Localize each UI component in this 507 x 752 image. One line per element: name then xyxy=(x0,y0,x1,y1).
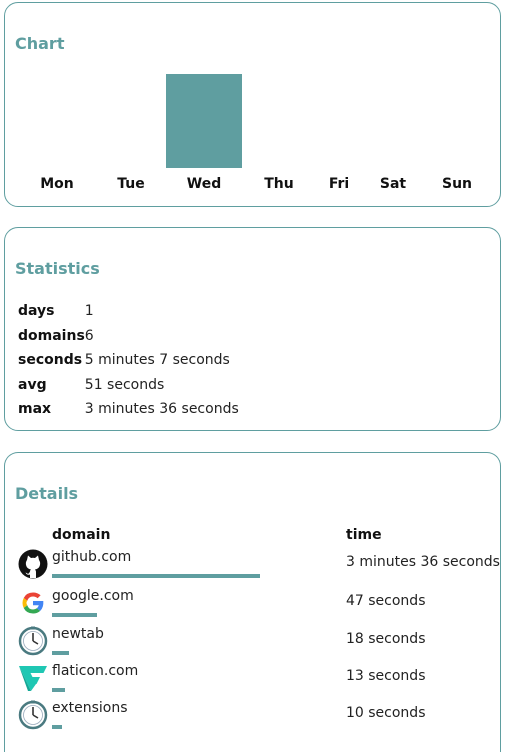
stat-value: 6 xyxy=(84,327,94,344)
usage-bar xyxy=(52,613,97,617)
stat-row-domains: domains 6 xyxy=(18,324,239,349)
usage-bar xyxy=(52,651,69,655)
tick-label-wed: Wed xyxy=(187,176,221,192)
domain-name[interactable]: extensions xyxy=(52,700,128,716)
domain-row[interactable]: extensions 10 seconds xyxy=(5,700,500,737)
clock-icon xyxy=(18,700,48,730)
github-icon xyxy=(18,549,48,579)
tick-label-tue: Tue xyxy=(117,176,144,192)
usage-bar xyxy=(52,574,260,578)
details-title: Details xyxy=(15,484,79,503)
domain-row[interactable]: newtab 18 seconds xyxy=(5,626,500,663)
tick-label-sun: Sun xyxy=(442,176,472,192)
domain-name[interactable]: flaticon.com xyxy=(52,663,138,679)
stat-key: avg xyxy=(18,376,47,393)
bar-wed xyxy=(166,74,242,168)
domain-time: 3 minutes 36 seconds xyxy=(346,554,500,570)
google-icon xyxy=(18,588,48,618)
time-column-header: time xyxy=(346,527,382,543)
stat-value: 5 minutes 7 seconds xyxy=(84,352,230,369)
domain-row[interactable]: google.com 47 seconds xyxy=(5,588,500,625)
usage-bar xyxy=(52,688,65,692)
domain-row[interactable]: flaticon.com 13 seconds xyxy=(5,663,500,700)
weekday-bar-chart: Mon Tue Wed Thu Fri Sat Sun xyxy=(40,74,472,192)
clock-icon xyxy=(18,626,48,656)
tick-label-thu: Thu xyxy=(264,176,293,192)
stat-row-max: max 3 minutes 36 seconds xyxy=(18,397,239,422)
domain-time: 13 seconds xyxy=(346,668,426,684)
domain-time: 18 seconds xyxy=(346,631,426,647)
domain-column-header: domain xyxy=(52,527,111,543)
usage-bar xyxy=(52,725,62,729)
tick-label-fri: Fri xyxy=(329,176,349,192)
domain-name[interactable]: newtab xyxy=(52,626,104,642)
stat-row-avg: avg 51 seconds xyxy=(18,373,239,398)
domain-time: 10 seconds xyxy=(346,705,426,721)
statistics-title: Statistics xyxy=(15,259,100,278)
stat-row-seconds: seconds 5 minutes 7 seconds xyxy=(18,348,239,373)
chart-card: Chart Mon Tue Wed Thu Fri Sat Sun xyxy=(4,2,501,207)
stat-key: seconds xyxy=(18,352,83,369)
stat-value: 1 xyxy=(84,303,94,320)
statistics-card: Statistics days 1 domains 6 seconds 5 mi… xyxy=(4,227,501,431)
stat-key: days xyxy=(18,303,55,320)
domain-name[interactable]: github.com xyxy=(52,549,131,565)
stat-key: domains xyxy=(18,327,85,344)
stat-key: max xyxy=(18,401,52,418)
tick-label-mon: Mon xyxy=(40,176,74,192)
details-card: Details domain time github.com 3 minutes… xyxy=(4,452,501,752)
domain-row[interactable]: github.com 3 minutes 36 seconds xyxy=(5,549,500,586)
tick-label-sat: Sat xyxy=(380,176,407,192)
statistics-table: days 1 domains 6 seconds 5 minutes 7 sec… xyxy=(18,299,239,422)
flaticon-icon xyxy=(18,663,48,693)
domain-time: 47 seconds xyxy=(346,593,426,609)
stat-value: 3 minutes 36 seconds xyxy=(84,401,239,418)
stat-row-days: days 1 xyxy=(18,299,239,324)
stat-value: 51 seconds xyxy=(84,376,165,393)
domain-name[interactable]: google.com xyxy=(52,588,134,604)
